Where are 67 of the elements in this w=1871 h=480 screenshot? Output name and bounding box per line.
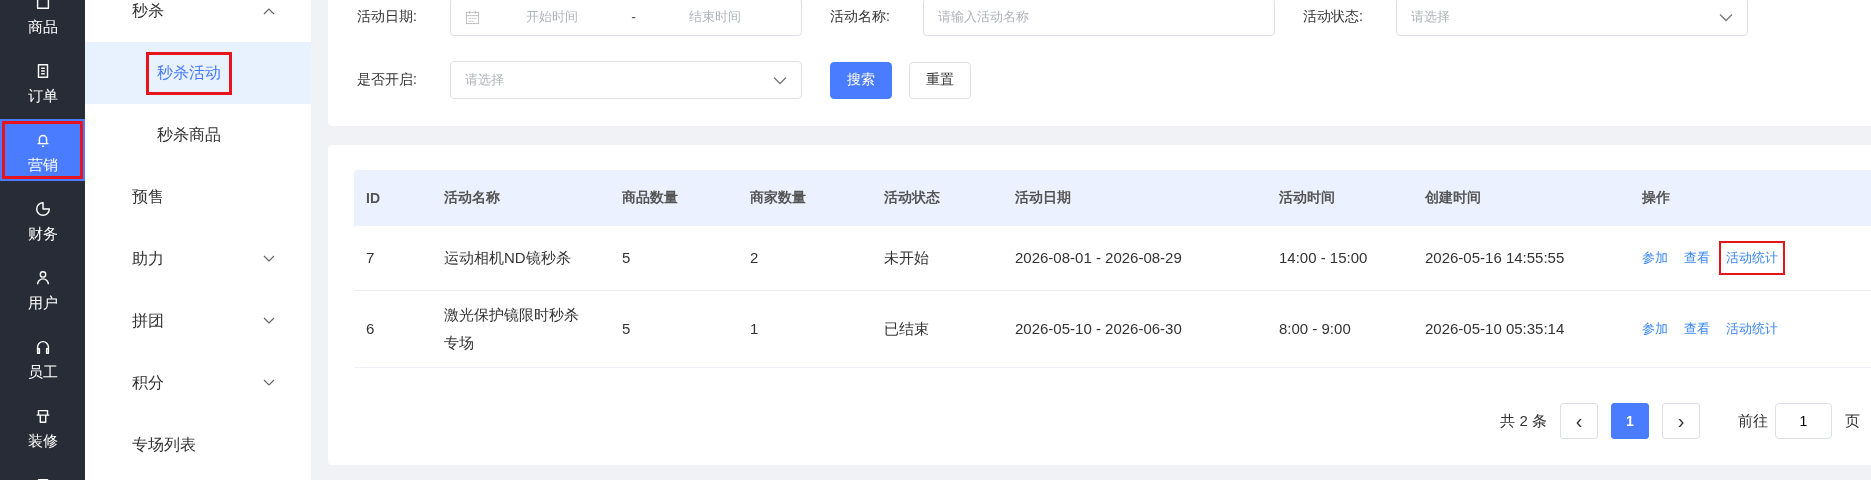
caret-down-icon bbox=[263, 317, 275, 325]
table-cell-text: 运动相机ND镜秒杀 bbox=[443, 248, 572, 268]
nav-icon bbox=[33, 200, 52, 218]
nav-item[interactable]: 员工 bbox=[0, 326, 85, 388]
column-header: 创建时间 bbox=[1424, 189, 1482, 207]
table-cell-text: 未开始 bbox=[883, 248, 930, 268]
table-cell-text: 1 bbox=[749, 319, 760, 339]
submenu-item[interactable]: 专场列表 bbox=[85, 414, 311, 476]
table-cell-text: 14:00 - 15:00 bbox=[1278, 248, 1369, 268]
next-page-button[interactable]: › bbox=[1662, 403, 1700, 439]
action-link[interactable]: 查看 bbox=[1677, 312, 1717, 346]
column-header: 操作 bbox=[1641, 189, 1671, 207]
action-link[interactable]: 活动统计 bbox=[1719, 241, 1785, 275]
nav-item[interactable]: 订单 bbox=[0, 50, 85, 112]
submenu-item[interactable]: 拼团 bbox=[85, 290, 311, 352]
page-suffix: 页 bbox=[1845, 411, 1860, 431]
nav-item[interactable]: 商品 bbox=[0, 0, 85, 43]
chevron-down-icon bbox=[1719, 12, 1733, 22]
table-cell-text: 7 bbox=[365, 248, 376, 268]
reset-button[interactable]: 重置 bbox=[909, 61, 971, 99]
action-link[interactable]: 参加 bbox=[1635, 312, 1675, 346]
search-button[interactable]: 搜索 bbox=[830, 61, 892, 99]
column-header: 商家数量 bbox=[749, 189, 807, 207]
submenu-item[interactable]: 助力 bbox=[85, 228, 311, 290]
caret-up-icon bbox=[263, 7, 275, 15]
nav-item[interactable]: 财务 bbox=[0, 188, 85, 250]
table-cell-text: 2 bbox=[749, 248, 760, 268]
caret-down-icon bbox=[263, 255, 275, 263]
table-cell-text: 2026-05-10 - 2026-06-30 bbox=[1014, 319, 1183, 339]
submenu-item[interactable]: 积分 bbox=[85, 352, 311, 414]
column-header: 活动时间 bbox=[1278, 189, 1336, 207]
page-button[interactable]: 1 bbox=[1611, 403, 1649, 439]
chevron-down-icon bbox=[773, 75, 787, 85]
column-header: 活动名称 bbox=[443, 189, 501, 207]
field-label: 活动日期: bbox=[357, 8, 418, 26]
field-label: 是否开启: bbox=[357, 71, 418, 89]
table-cell-text: 已结束 bbox=[883, 319, 930, 339]
field-label: 活动状态: bbox=[1303, 8, 1364, 26]
table-cell-text: 6 bbox=[365, 319, 376, 339]
table-cell-text: 2026-08-01 - 2026-08-29 bbox=[1014, 248, 1183, 268]
total-count: 共 2 条 bbox=[1500, 411, 1547, 431]
table-cell-text: 5 bbox=[621, 248, 632, 268]
submenu-item[interactable]: 秒杀商品 bbox=[85, 104, 311, 166]
table-cell-text: 激光保护镜限时秒杀专场 bbox=[443, 305, 580, 353]
field-label: 活动名称: bbox=[830, 8, 891, 26]
date-range-field[interactable]: 开始时间 - 结束时间 bbox=[450, 0, 802, 36]
table-cell-text: 2026-05-10 05:35:14 bbox=[1424, 319, 1566, 339]
table-cell-text: 8:00 - 9:00 bbox=[1278, 319, 1352, 339]
nav-item[interactable]: 营销 bbox=[0, 119, 85, 181]
submenu-item[interactable]: 预售 bbox=[85, 166, 311, 228]
column-header: 活动日期 bbox=[1014, 189, 1072, 207]
nav-item[interactable]: 用户 bbox=[0, 257, 85, 319]
calendar-icon bbox=[465, 9, 480, 25]
caret-down-icon bbox=[263, 379, 275, 387]
column-header: 活动状态 bbox=[883, 189, 941, 207]
submenu-item[interactable]: 秒杀 bbox=[85, 0, 311, 42]
column-header: ID bbox=[365, 190, 381, 206]
table-cell-text: 5 bbox=[621, 319, 632, 339]
action-link[interactable]: 参加 bbox=[1635, 241, 1675, 275]
action-link[interactable]: 活动统计 bbox=[1719, 312, 1785, 346]
action-link[interactable]: 查看 bbox=[1677, 241, 1717, 275]
nav-item[interactable]: 装修 bbox=[0, 395, 85, 457]
table-cell-text: 2026-05-16 14:55:55 bbox=[1424, 248, 1566, 268]
prev-page-button[interactable]: ‹ bbox=[1560, 403, 1598, 439]
goto-label: 前往 bbox=[1738, 411, 1768, 431]
page-input[interactable]: 1 bbox=[1775, 403, 1832, 439]
column-header: 商品数量 bbox=[621, 189, 679, 207]
